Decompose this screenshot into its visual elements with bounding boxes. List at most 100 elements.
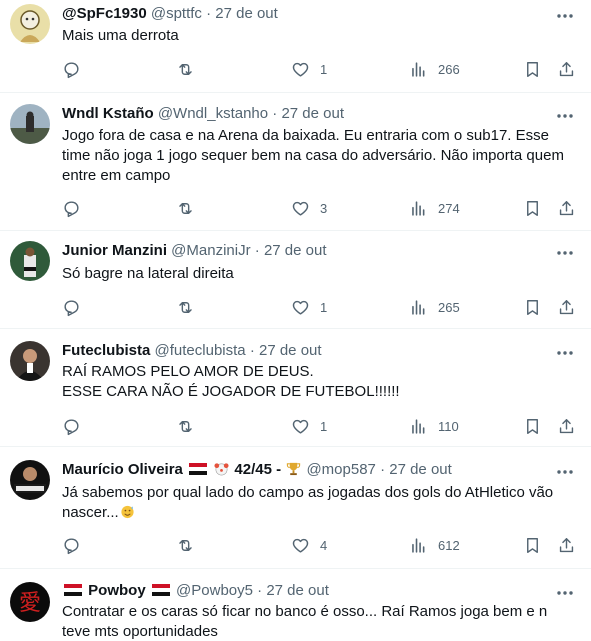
author-name[interactable]: Junior Manzini — [62, 242, 167, 259]
views-icon — [412, 61, 425, 77]
egypt-flag-icon — [64, 582, 82, 596]
author-name[interactable]: @SpFc1930 — [62, 5, 147, 22]
views-button[interactable]: 110 — [409, 416, 459, 436]
share-icon — [559, 418, 574, 433]
author-name[interactable]: Maurício Oliveira — [62, 461, 183, 478]
tweet-date[interactable]: 27 de out — [215, 5, 278, 22]
tweet-futeclubista[interactable]: Futeclubista @futeclubista · 27 de out R… — [0, 329, 591, 447]
avatar[interactable] — [10, 241, 50, 281]
like-button[interactable]: 3 — [291, 198, 327, 218]
retweet-button[interactable] — [176, 198, 195, 218]
bookmark-button[interactable] — [523, 297, 542, 317]
tweet-header: Maurício Oliveira 42/45 - @mop587 · 27 d… — [62, 460, 452, 480]
more-icon[interactable] — [555, 6, 575, 26]
views-button[interactable]: 265 — [409, 297, 460, 317]
retweet-icon — [179, 539, 192, 551]
tweet-text: Só bagre na lateral direita — [62, 264, 577, 284]
tweet-junior-manzini[interactable]: Junior Manzini @ManziniJr · 27 de out Só… — [0, 231, 591, 329]
retweet-button[interactable] — [176, 297, 195, 317]
views-count: 110 — [438, 418, 459, 434]
author-handle[interactable]: @Powboy5 — [176, 582, 253, 599]
more-icon[interactable] — [555, 106, 575, 126]
replies-feed: @SpFc1930 @spttfc · 27 de out Mais uma d… — [0, 0, 591, 641]
like-button[interactable]: 4 — [291, 535, 327, 555]
author-name[interactable]: Futeclubista — [62, 342, 150, 359]
author-handle[interactable]: @ManziniJr — [171, 242, 250, 259]
tweet-spfc1930[interactable]: @SpFc1930 @spttfc · 27 de out Mais uma d… — [0, 0, 591, 93]
tweet-date[interactable]: 27 de out — [389, 461, 452, 478]
more-icon[interactable] — [555, 243, 575, 263]
share-button[interactable] — [557, 535, 576, 555]
tweet-actions: 1 110 — [62, 416, 582, 436]
avatar[interactable]: 愛 — [10, 582, 50, 622]
reply-button[interactable] — [62, 416, 81, 436]
bookmark-button[interactable] — [523, 535, 542, 555]
tweet-wndl-kstano[interactable]: Wndl Kstaño @Wndl_kstanho · 27 de out Jo… — [0, 93, 591, 231]
views-button[interactable]: 274 — [409, 198, 460, 218]
separator: · — [254, 242, 260, 259]
bookmark-button[interactable] — [523, 416, 542, 436]
share-icon — [559, 200, 574, 215]
reply-button[interactable] — [62, 198, 81, 218]
reply-icon — [64, 200, 79, 217]
tweet-date[interactable]: 27 de out — [281, 105, 344, 122]
share-button[interactable] — [557, 297, 576, 317]
views-count: 612 — [438, 537, 460, 553]
bookmark-icon — [527, 299, 538, 315]
tweet-text-line: time não joga 1 jogo sequer bem na casa … — [62, 147, 564, 164]
avatar[interactable] — [10, 4, 50, 44]
views-button[interactable]: 266 — [409, 59, 460, 79]
tweet-powboy[interactable]: 愛 Powboy @Powboy5 · 27 de out Contratar … — [0, 569, 591, 641]
like-button[interactable]: 1 — [291, 59, 327, 79]
retweet-button[interactable] — [176, 535, 195, 555]
author-handle[interactable]: @Wndl_kstanho — [158, 105, 268, 122]
reply-button[interactable] — [62, 535, 81, 555]
views-count: 266 — [438, 61, 460, 77]
tweet-text-line: Já sabemos por qual lado do campo as jog… — [62, 484, 554, 501]
views-icon — [412, 200, 425, 216]
tweet-mauricio-oliveira[interactable]: Maurício Oliveira 42/45 - @mop587 · 27 d… — [0, 447, 591, 569]
more-icon[interactable] — [555, 583, 575, 603]
avatar[interactable] — [10, 460, 50, 500]
author-handle[interactable]: @spttfc — [151, 5, 202, 22]
share-button[interactable] — [557, 59, 576, 79]
separator: · — [272, 105, 278, 122]
heart-icon — [292, 419, 309, 434]
reply-button[interactable] — [62, 59, 81, 79]
author-handle[interactable]: @futeclubista — [155, 342, 246, 359]
reply-icon — [64, 537, 79, 554]
separator: · — [249, 342, 255, 359]
share-button[interactable] — [557, 198, 576, 218]
like-count: 1 — [320, 299, 328, 315]
share-button[interactable] — [557, 416, 576, 436]
tweet-date[interactable]: 27 de out — [264, 242, 327, 259]
tweet-text-line: Mais uma derrota — [62, 27, 179, 44]
author-handle[interactable]: @mop587 — [306, 461, 375, 478]
bookmark-button[interactable] — [523, 198, 542, 218]
like-button[interactable]: 1 — [291, 297, 327, 317]
retweet-button[interactable] — [176, 416, 195, 436]
reply-icon — [64, 418, 79, 435]
tweet-actions: 3 274 — [62, 198, 582, 218]
share-icon — [559, 61, 574, 76]
sweat-smile-icon — [120, 504, 135, 519]
avatar[interactable] — [10, 104, 50, 144]
author-name-suffix[interactable]: 42/45 - — [234, 461, 281, 478]
like-button[interactable]: 1 — [291, 416, 327, 436]
views-count: 274 — [438, 200, 460, 216]
avatar[interactable] — [10, 341, 50, 381]
tweet-date[interactable]: 27 de out — [259, 342, 322, 359]
retweet-button[interactable] — [176, 59, 195, 79]
author-name[interactable]: Wndl Kstaño — [62, 105, 154, 122]
tweet-actions: 4 612 — [62, 535, 582, 555]
bookmark-button[interactable] — [523, 59, 542, 79]
tweet-header: Wndl Kstaño @Wndl_kstanho · 27 de out — [62, 104, 344, 124]
tweet-text-line: nascer... — [62, 504, 119, 521]
reply-button[interactable] — [62, 297, 81, 317]
views-button[interactable]: 612 — [409, 535, 460, 555]
separator: · — [257, 582, 263, 599]
author-name[interactable]: Powboy — [88, 582, 146, 599]
tweet-date[interactable]: 27 de out — [266, 582, 329, 599]
more-icon[interactable] — [555, 343, 575, 363]
more-icon[interactable] — [555, 462, 575, 482]
